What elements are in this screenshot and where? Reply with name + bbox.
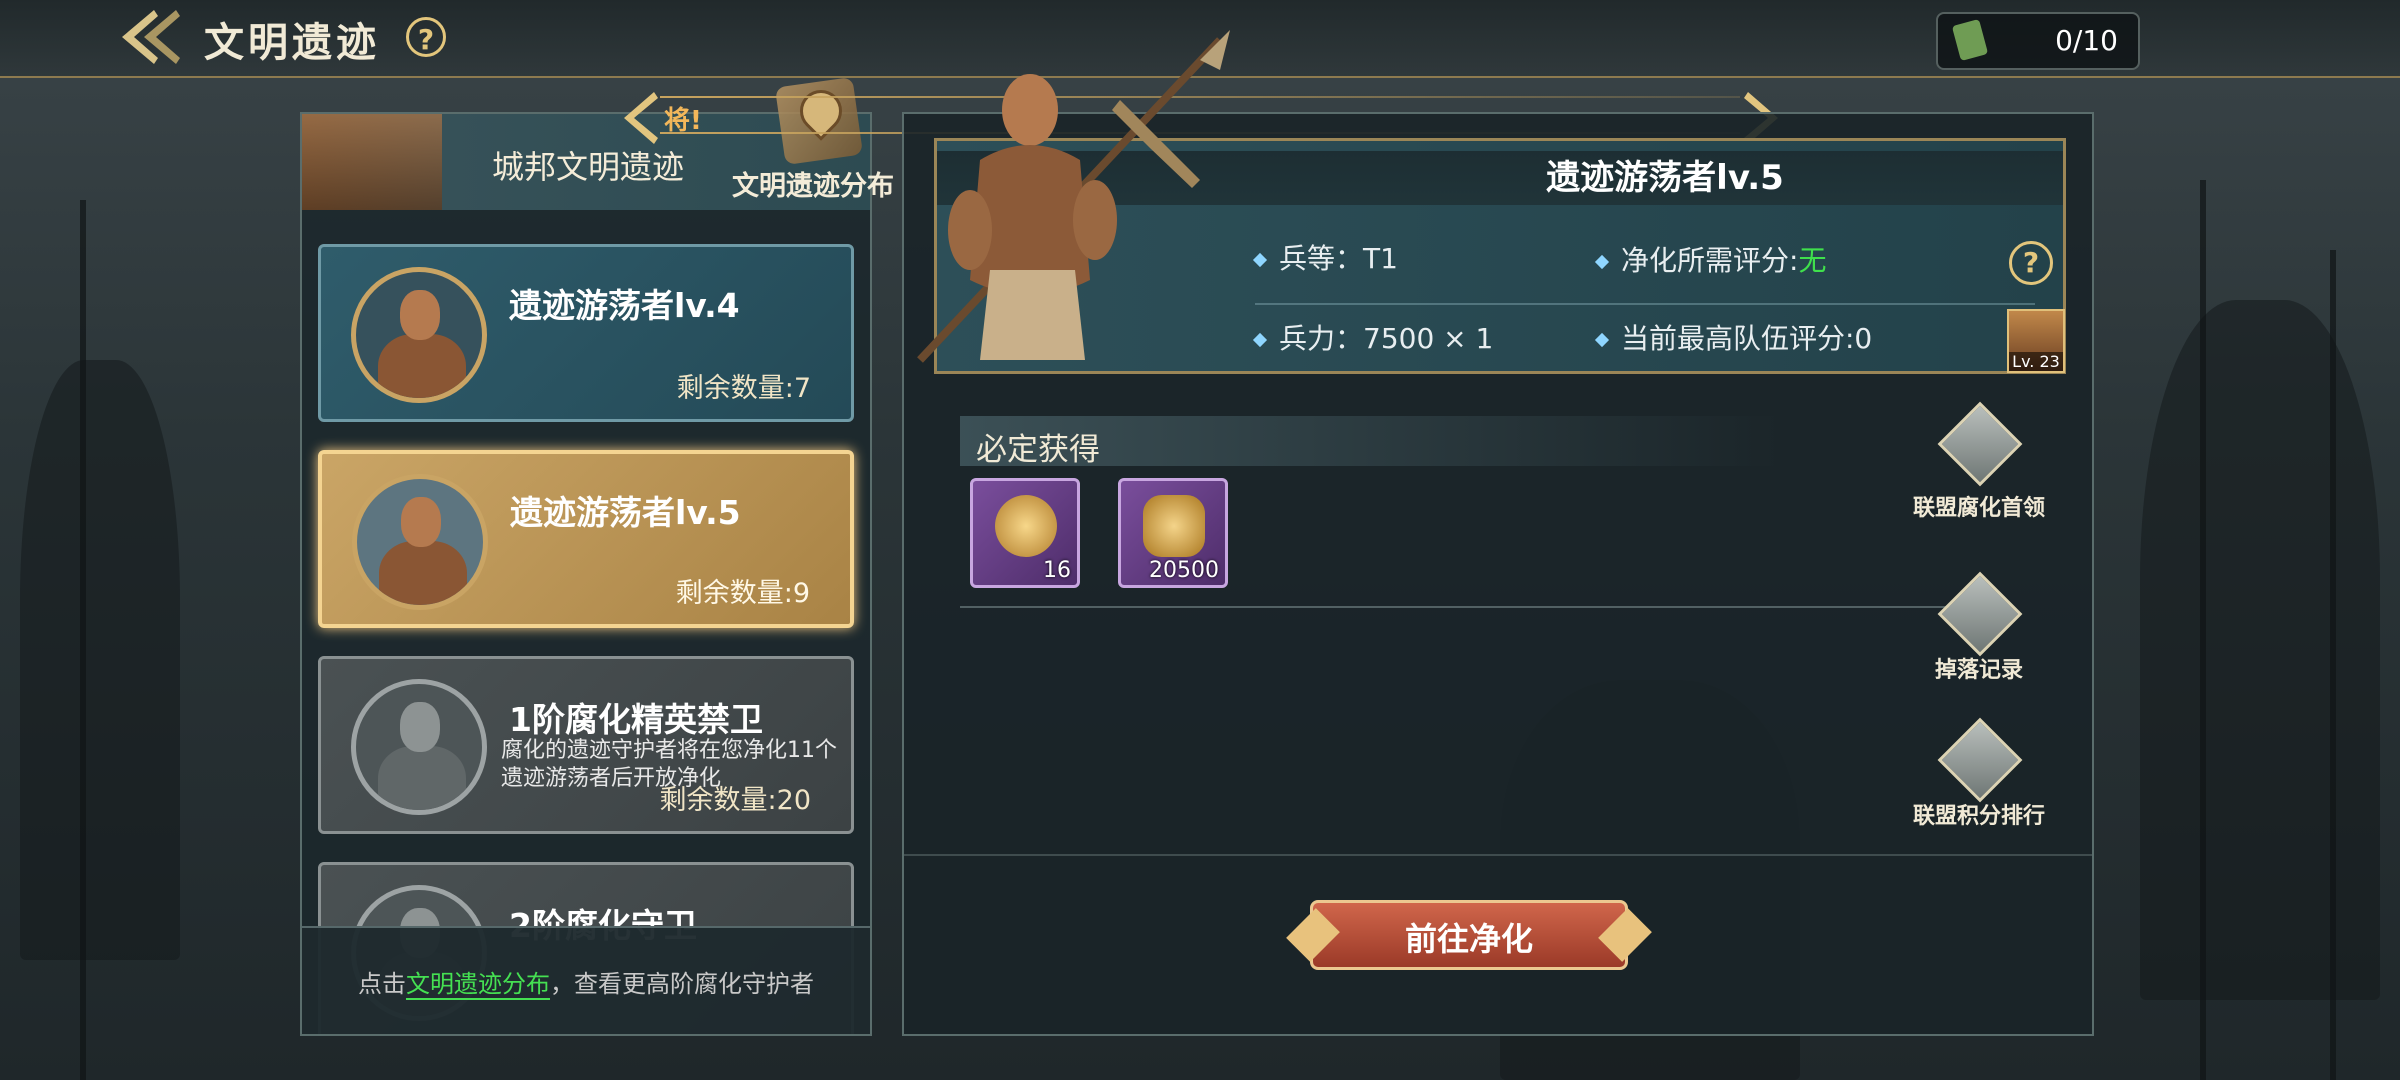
go-purify-button[interactable]: 前往净化 (1286, 900, 1652, 970)
ruin-card-elite-guard-1[interactable]: 1阶腐化精英禁卫 腐化的遗迹守护者将在您净化11个遗迹游荡者后开放净化 剩余数量… (318, 656, 854, 834)
required-score: 净化所需评分:无 (1594, 239, 1826, 279)
wanderer-portrait (352, 474, 488, 610)
card-name: 遗迹游荡者lv.4 (509, 286, 740, 325)
side-button-label: 联盟腐化首领 (1912, 496, 2045, 521)
helmet-crossed-axes-icon (1937, 401, 2023, 487)
info-divider (1255, 303, 2035, 305)
gold-medal-icon (995, 495, 1057, 557)
footer-prefix: 点击 (358, 970, 406, 998)
back-arrow-icon[interactable] (118, 6, 188, 68)
wanderer-soldier-illustration (900, 30, 1260, 390)
side-button-label: 联盟积分排行 (1912, 804, 2045, 829)
banner-marquee: 将! (664, 106, 702, 136)
medal-ranking-icon (1937, 717, 2023, 803)
reward-title: 必定获得 (976, 432, 1100, 468)
score-help-icon[interactable]: ? (2009, 241, 2053, 285)
reward-divider (960, 606, 1960, 608)
troop-strength: 兵力：7500 × 1 (1252, 317, 1493, 357)
drop-record-button[interactable]: 掉落记录 (1904, 571, 2054, 704)
gold-coins-icon (1143, 495, 1205, 557)
distribution-label: 文明遗迹分布 (732, 171, 894, 202)
distribution-link[interactable]: 文明遗迹分布 (406, 970, 550, 1000)
reward-header: 必定获得 (960, 416, 1780, 468)
reward-quantity: 20500 (1149, 558, 1219, 583)
ruin-list-panel: 城邦文明遗迹 遗迹游荡者lv.4 剩余数量:7 遗迹游荡者lv.5 剩余数量:9… (300, 112, 872, 1036)
alliance-corrupted-boss-button[interactable]: 联盟腐化首领 (1904, 401, 2054, 534)
ruin-card-wanderer-lv4[interactable]: 遗迹游荡者lv.4 剩余数量:7 (318, 244, 854, 422)
reward-item-medal[interactable]: 16 (970, 478, 1080, 588)
alliance-ranking-button[interactable]: 联盟积分排行 (1904, 717, 2054, 850)
card-remaining-count: 剩余数量:7 (676, 373, 811, 404)
help-icon[interactable]: ? (406, 17, 446, 57)
commander-level: Lv. 23 (2009, 352, 2063, 371)
commander-avatar[interactable]: Lv. 23 (2007, 309, 2065, 373)
wanderer-portrait (351, 267, 487, 403)
reward-quantity: 16 (1043, 558, 1071, 583)
stamina-value: 0/10 (2055, 24, 2118, 57)
card-remaining-count: 剩余数量:9 (675, 578, 810, 609)
card-remaining-count: 剩余数量:20 (659, 785, 811, 816)
card-name: 1阶腐化精英禁卫 (509, 700, 763, 739)
card-name: 遗迹游荡者lv.5 (510, 493, 741, 532)
side-button-label: 掉落记录 (1934, 658, 2023, 683)
banner-left-arrow-icon[interactable] (620, 90, 660, 146)
distribution-button[interactable]: 文明遗迹分布 (728, 76, 898, 210)
guard-portrait (351, 679, 487, 815)
ruin-list-title: 城邦文明遗迹 (492, 148, 685, 186)
enemy-title: 遗迹游荡者lv.5 (1546, 158, 1784, 198)
ruin-list-footer: 点击文明遗迹分布，查看更高阶腐化守护者 (302, 926, 870, 1034)
best-team-score: 当前最高队伍评分:0 (1594, 317, 1872, 357)
footer-suffix: ，查看更高阶腐化守护者 (550, 970, 814, 998)
ruin-card-wanderer-lv5[interactable]: 遗迹游荡者lv.5 剩余数量:9 (318, 450, 854, 628)
stamina-counter[interactable]: 0/10 (1936, 12, 2140, 70)
coin-stack-icon (1937, 571, 2023, 657)
reward-item-coins[interactable]: 20500 (1118, 478, 1228, 588)
city-thumbnail (302, 114, 442, 210)
page-title: 文明遗迹 (204, 20, 380, 66)
go-purify-label: 前往净化 (1404, 920, 1533, 958)
troop-rank: 兵等：T1 (1252, 237, 1398, 277)
action-divider (904, 854, 2092, 856)
